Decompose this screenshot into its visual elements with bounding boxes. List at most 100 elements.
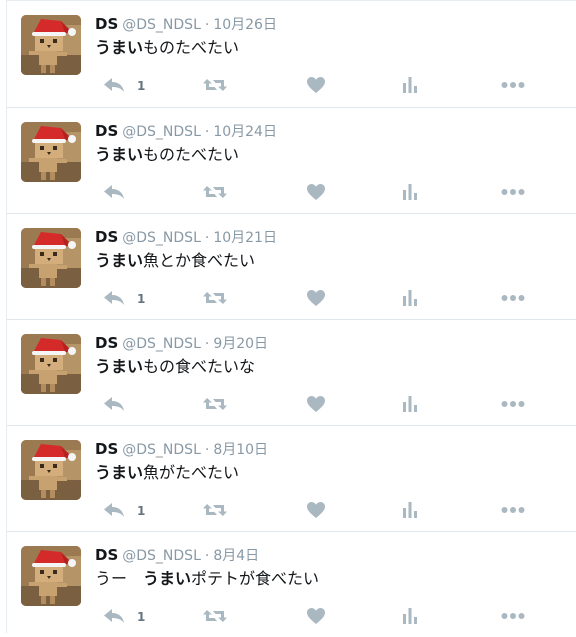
- reply-button[interactable]: [103, 180, 137, 204]
- avatar[interactable]: [21, 15, 81, 75]
- retweet-button[interactable]: [202, 73, 228, 97]
- analytics-button[interactable]: [401, 498, 419, 522]
- separator: ·: [204, 17, 210, 33]
- tweet-date[interactable]: 10月21日: [213, 230, 277, 246]
- more-button[interactable]: [501, 73, 525, 97]
- tweet-actions: [95, 180, 535, 204]
- avatar[interactable]: [21, 334, 81, 394]
- tweet-text: うまいものたべたい: [95, 37, 239, 59]
- author-handle[interactable]: @DS_NDSL: [122, 230, 201, 246]
- separator: ·: [204, 442, 210, 458]
- reply-count: 1: [137, 79, 146, 93]
- reply-count: 1: [137, 292, 146, 306]
- tweet[interactable]: DS @DS_NDSL · 10月24日 うまいものたべたい: [7, 107, 576, 213]
- analytics-button[interactable]: [401, 180, 419, 204]
- retweet-button[interactable]: [202, 392, 228, 416]
- retweet-button[interactable]: [202, 180, 228, 204]
- reply-button[interactable]: 1: [103, 73, 145, 97]
- avatar[interactable]: [21, 440, 81, 500]
- retweet-button[interactable]: [202, 286, 228, 310]
- heart-icon: [307, 184, 325, 200]
- author-handle[interactable]: @DS_NDSL: [122, 124, 201, 140]
- reply-icon: [104, 397, 124, 411]
- more-button[interactable]: [501, 604, 525, 628]
- tweet[interactable]: DS @DS_NDSL · 8月10日 うまい魚がたべたい 1: [7, 425, 576, 531]
- tweet-text-highlight: うまい: [95, 38, 144, 57]
- avatar[interactable]: [21, 546, 81, 606]
- tweet-text-rest: ものたべたい: [143, 38, 240, 57]
- like-button[interactable]: [306, 286, 326, 310]
- analytics-icon: [403, 290, 417, 306]
- author-handle[interactable]: @DS_NDSL: [122, 17, 201, 33]
- tweet[interactable]: DS @DS_NDSL · 10月26日 うまいものたべたい 1: [7, 0, 576, 107]
- avatar[interactable]: [21, 228, 81, 288]
- retweet-icon: [203, 186, 227, 198]
- reply-button[interactable]: 1: [103, 286, 145, 310]
- author-name[interactable]: DS: [95, 546, 118, 564]
- tweet-text-prefix: うー: [95, 569, 144, 588]
- like-button[interactable]: [306, 392, 326, 416]
- tweet-text-highlight: うまい: [95, 251, 144, 270]
- like-button[interactable]: [306, 73, 326, 97]
- tweet-date[interactable]: 10月26日: [213, 17, 277, 33]
- heart-icon: [307, 396, 325, 412]
- analytics-button[interactable]: [401, 604, 419, 628]
- tweet-actions: [95, 392, 535, 416]
- tweet-text-rest: ポテトが食べたい: [191, 569, 320, 588]
- author-handle[interactable]: @DS_NDSL: [122, 442, 201, 458]
- more-dots-icon: [501, 507, 525, 513]
- avatar[interactable]: [21, 122, 81, 182]
- reply-button[interactable]: 1: [103, 604, 145, 628]
- heart-icon: [307, 290, 325, 306]
- author-handle[interactable]: @DS_NDSL: [122, 336, 201, 352]
- reply-count: 1: [137, 504, 146, 518]
- analytics-icon: [403, 502, 417, 518]
- analytics-icon: [403, 396, 417, 412]
- separator: ·: [204, 230, 210, 246]
- more-button[interactable]: [501, 498, 525, 522]
- retweet-button[interactable]: [202, 604, 228, 628]
- tweet-date[interactable]: 8月4日: [213, 548, 259, 564]
- author-name[interactable]: DS: [95, 440, 118, 458]
- tweet-date[interactable]: 10月24日: [213, 124, 277, 140]
- tweet-date[interactable]: 9月20日: [213, 336, 268, 352]
- tweet-header: DS @DS_NDSL · 10月21日: [95, 227, 277, 248]
- retweet-button[interactable]: [202, 498, 228, 522]
- tweet-text: うまい魚がたべたい: [95, 462, 239, 484]
- like-button[interactable]: [306, 180, 326, 204]
- tweet-date[interactable]: 8月10日: [213, 442, 268, 458]
- tweet-header: DS @DS_NDSL · 8月10日: [95, 439, 268, 460]
- heart-icon: [307, 502, 325, 518]
- analytics-button[interactable]: [401, 392, 419, 416]
- tweet-text: うまい魚とか食べたい: [95, 250, 255, 272]
- like-button[interactable]: [306, 498, 326, 522]
- author-handle[interactable]: @DS_NDSL: [122, 548, 201, 564]
- tweet[interactable]: DS @DS_NDSL · 10月21日 うまい魚とか食べたい 1: [7, 213, 576, 319]
- like-button[interactable]: [306, 604, 326, 628]
- author-name[interactable]: DS: [95, 122, 118, 140]
- analytics-icon: [403, 184, 417, 200]
- tweet-text-highlight: うまい: [143, 569, 192, 588]
- retweet-icon: [203, 79, 227, 91]
- author-name[interactable]: DS: [95, 228, 118, 246]
- danbo-santa-hat-avatar-icon: [21, 15, 81, 75]
- tweet[interactable]: DS @DS_NDSL · 9月20日 うまいもの食べたいな: [7, 319, 576, 425]
- reply-icon: [104, 78, 124, 92]
- analytics-button[interactable]: [401, 73, 419, 97]
- author-name[interactable]: DS: [95, 15, 118, 33]
- heart-icon: [307, 77, 325, 93]
- author-name[interactable]: DS: [95, 334, 118, 352]
- more-button[interactable]: [501, 286, 525, 310]
- tweet-text-rest: もの食べたいな: [143, 357, 256, 376]
- more-dots-icon: [501, 295, 525, 301]
- tweet[interactable]: DS @DS_NDSL · 8月4日 うー うまいポテトが食べたい 1: [7, 531, 576, 637]
- reply-button[interactable]: 1: [103, 498, 145, 522]
- reply-icon: [104, 609, 124, 623]
- reply-button[interactable]: [103, 392, 137, 416]
- tweet-text-rest: 魚とか食べたい: [143, 251, 256, 270]
- analytics-button[interactable]: [401, 286, 419, 310]
- more-dots-icon: [501, 613, 525, 619]
- more-button[interactable]: [501, 392, 525, 416]
- danbo-santa-hat-avatar-icon: [21, 440, 81, 500]
- more-button[interactable]: [501, 180, 525, 204]
